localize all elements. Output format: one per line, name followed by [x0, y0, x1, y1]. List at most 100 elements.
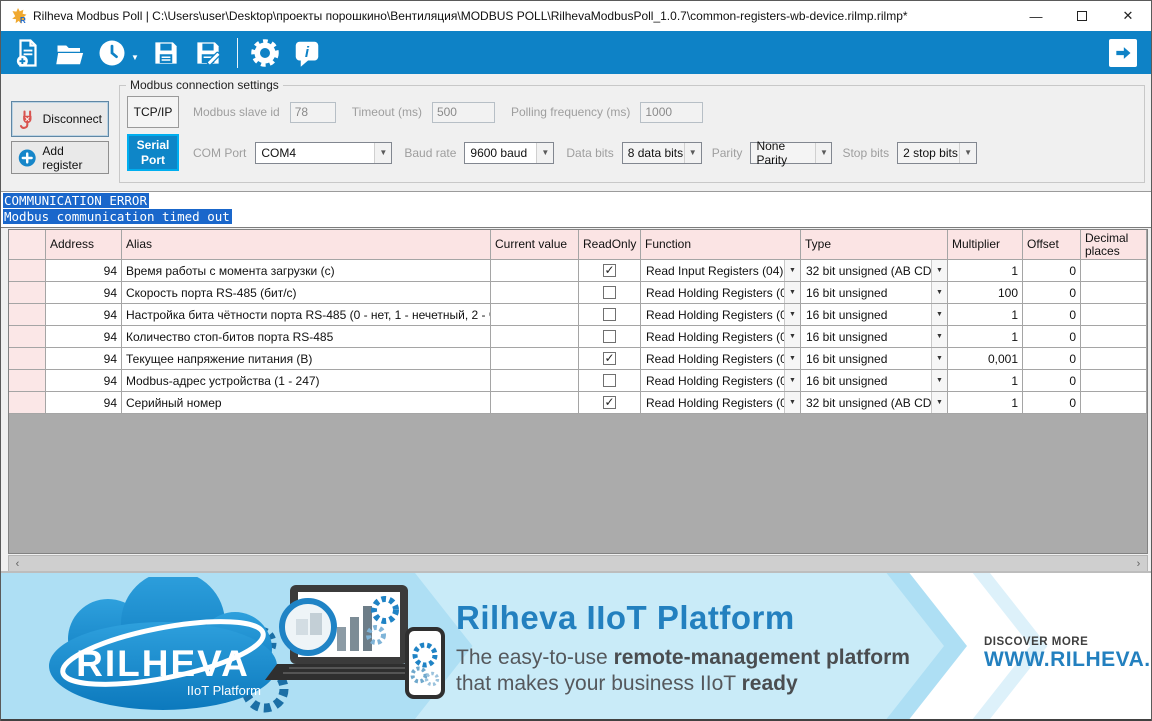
current-value-cell[interactable] — [491, 326, 579, 348]
offset-cell[interactable]: 0 — [1023, 282, 1081, 304]
alias-cell[interactable]: Время работы с момента загрузки (с) — [122, 260, 491, 282]
row-marker[interactable] — [9, 260, 46, 282]
function-select[interactable]: Read Holding Registers (03) ▼ — [641, 326, 801, 348]
row-marker[interactable] — [9, 348, 46, 370]
decimal-places-cell[interactable] — [1081, 326, 1147, 348]
column-header-alias[interactable]: Alias — [122, 230, 491, 260]
offset-cell[interactable]: 0 — [1023, 260, 1081, 282]
serial-port-button[interactable]: Serial Port — [127, 134, 179, 171]
address-cell[interactable]: 94 — [46, 260, 122, 282]
type-select[interactable]: 32 bit unsigned (AB CD) ▼ — [801, 260, 948, 282]
readonly-cell[interactable] — [579, 348, 641, 370]
decimal-places-cell[interactable] — [1081, 370, 1147, 392]
address-cell[interactable]: 94 — [46, 304, 122, 326]
save-icon[interactable] — [149, 36, 183, 70]
row-marker[interactable] — [9, 282, 46, 304]
polling-input[interactable] — [640, 101, 704, 123]
row-marker[interactable] — [9, 326, 46, 348]
slave-id-input[interactable] — [289, 101, 336, 123]
alias-cell[interactable]: Количество стоп-битов порта RS-485 — [122, 326, 491, 348]
multiplier-cell[interactable]: 0,001 — [948, 348, 1023, 370]
column-header-type[interactable]: Type — [801, 230, 948, 260]
function-select[interactable]: Read Input Registers (04) ▼ — [641, 260, 801, 282]
new-register-file-icon[interactable] — [11, 36, 45, 70]
current-value-cell[interactable] — [491, 304, 579, 326]
baud-rate-select[interactable]: 9600 baud ▼ — [464, 141, 555, 164]
function-select[interactable]: Read Holding Registers (03) ▼ — [641, 370, 801, 392]
row-marker[interactable] — [9, 392, 46, 414]
decimal-places-cell[interactable] — [1081, 260, 1147, 282]
readonly-checkbox[interactable] — [603, 308, 616, 321]
readonly-cell[interactable] — [579, 282, 641, 304]
parity-select[interactable]: None Parity ▼ — [750, 139, 833, 167]
type-select[interactable]: 32 bit unsigned (AB CD) ▼ — [801, 392, 948, 414]
decimal-places-cell[interactable] — [1081, 392, 1147, 414]
save-as-icon[interactable] — [191, 36, 225, 70]
type-select[interactable]: 16 bit unsigned ▼ — [801, 326, 948, 348]
rilheva-url-link[interactable]: WWW.RILHEVA.COM — [984, 648, 1151, 672]
readonly-cell[interactable] — [579, 392, 641, 414]
scroll-right-arrow[interactable]: › — [1130, 556, 1147, 571]
minimize-button[interactable]: — — [1013, 1, 1059, 31]
disconnect-button[interactable]: ✕ Disconnect — [11, 101, 109, 137]
current-value-cell[interactable] — [491, 392, 579, 414]
add-register-button[interactable]: Add register — [11, 141, 109, 174]
readonly-cell[interactable] — [579, 260, 641, 282]
decimal-places-cell[interactable] — [1081, 282, 1147, 304]
readonly-cell[interactable] — [579, 326, 641, 348]
readonly-checkbox[interactable] — [603, 286, 616, 299]
current-value-cell[interactable] — [491, 370, 579, 392]
alias-cell[interactable]: Серийный номер — [122, 392, 491, 414]
export-icon[interactable] — [1109, 38, 1137, 67]
decimal-places-cell[interactable] — [1081, 304, 1147, 326]
type-select[interactable]: 16 bit unsigned ▼ — [801, 370, 948, 392]
type-select[interactable]: 16 bit unsigned ▼ — [801, 282, 948, 304]
stop-bits-select[interactable]: 2 stop bits ▼ — [897, 141, 978, 164]
address-cell[interactable]: 94 — [46, 370, 122, 392]
multiplier-cell[interactable]: 1 — [948, 392, 1023, 414]
offset-cell[interactable]: 0 — [1023, 326, 1081, 348]
history-icon[interactable] — [95, 36, 129, 70]
close-button[interactable]: ✕ — [1105, 1, 1151, 31]
multiplier-cell[interactable]: 100 — [948, 282, 1023, 304]
alias-cell[interactable]: Скорость порта RS-485 (бит/с) — [122, 282, 491, 304]
info-icon[interactable]: i — [290, 36, 324, 70]
function-select[interactable]: Read Holding Registers (03) ▼ — [641, 304, 801, 326]
function-select[interactable]: Read Holding Registers (03) ▼ — [641, 392, 801, 414]
readonly-checkbox[interactable] — [603, 374, 616, 387]
open-file-icon[interactable] — [53, 36, 87, 70]
row-marker[interactable] — [9, 370, 46, 392]
readonly-checkbox[interactable] — [603, 263, 616, 277]
settings-gear-icon[interactable] — [248, 36, 282, 70]
type-select[interactable]: 16 bit unsigned ▼ — [801, 348, 948, 370]
alias-cell[interactable]: Настройка бита чётности порта RS-485 (0 … — [122, 304, 491, 326]
alias-cell[interactable]: Modbus-адрес устройства (1 - 247) — [122, 370, 491, 392]
history-dropdown-arrow[interactable]: ▼ — [131, 53, 139, 62]
decimal-places-cell[interactable] — [1081, 348, 1147, 370]
maximize-button[interactable] — [1059, 1, 1105, 31]
readonly-checkbox[interactable] — [603, 351, 616, 365]
current-value-cell[interactable] — [491, 348, 579, 370]
multiplier-cell[interactable]: 1 — [948, 370, 1023, 392]
horizontal-scrollbar[interactable]: ‹ › — [8, 555, 1148, 572]
readonly-cell[interactable] — [579, 304, 641, 326]
offset-cell[interactable]: 0 — [1023, 370, 1081, 392]
address-cell[interactable]: 94 — [46, 282, 122, 304]
scroll-left-arrow[interactable]: ‹ — [9, 556, 26, 571]
offset-cell[interactable]: 0 — [1023, 348, 1081, 370]
column-header-offset[interactable]: Offset — [1023, 230, 1081, 260]
offset-cell[interactable]: 0 — [1023, 392, 1081, 414]
data-bits-select[interactable]: 8 data bits ▼ — [621, 141, 702, 164]
current-value-cell[interactable] — [491, 282, 579, 304]
column-header-multiplier[interactable]: Multiplier — [948, 230, 1023, 260]
tcpip-button[interactable]: TCP/IP — [127, 96, 179, 128]
readonly-checkbox[interactable] — [603, 395, 616, 409]
function-select[interactable]: Read Holding Registers (03) ▼ — [641, 348, 801, 370]
column-header-decimal-places[interactable]: Decimal places — [1081, 230, 1147, 260]
current-value-cell[interactable] — [491, 260, 579, 282]
offset-cell[interactable]: 0 — [1023, 304, 1081, 326]
multiplier-cell[interactable]: 1 — [948, 260, 1023, 282]
timeout-input[interactable] — [431, 101, 495, 123]
readonly-cell[interactable] — [579, 370, 641, 392]
multiplier-cell[interactable]: 1 — [948, 326, 1023, 348]
